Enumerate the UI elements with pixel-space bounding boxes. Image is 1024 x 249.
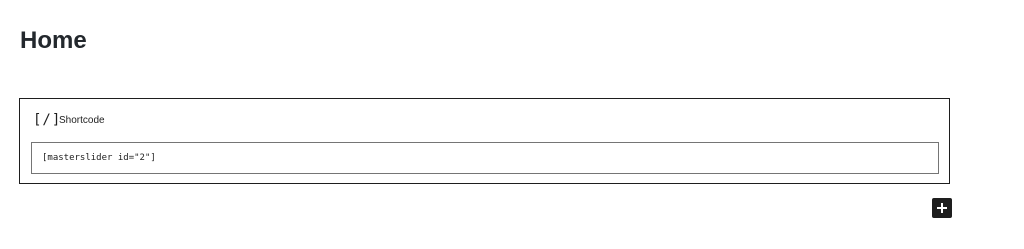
page-title[interactable]: Home <box>20 26 87 56</box>
block-header: [/] Shortcode <box>33 111 105 129</box>
shortcode-block[interactable]: [/] Shortcode <box>19 98 950 184</box>
block-label: Shortcode <box>59 114 105 126</box>
shortcode-icon: [/] <box>33 112 62 128</box>
shortcode-input[interactable] <box>31 142 939 174</box>
editor-canvas: Home [/] Shortcode <box>0 0 1024 249</box>
plus-icon <box>937 203 947 213</box>
add-block-button[interactable] <box>932 198 952 218</box>
